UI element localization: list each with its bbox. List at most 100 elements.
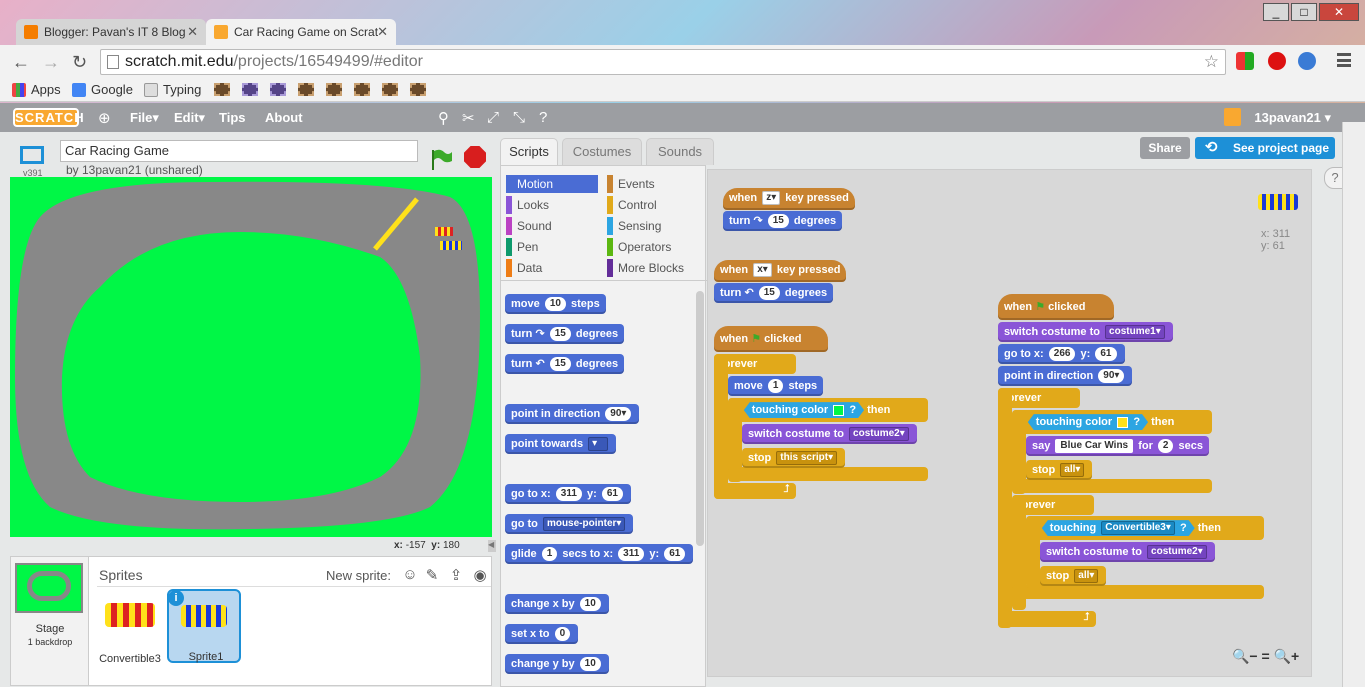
- block-move-steps[interactable]: move 1 steps: [728, 376, 824, 396]
- block-input[interactable]: 266: [1048, 347, 1076, 362]
- tab-sounds[interactable]: Sounds: [646, 138, 714, 165]
- block-input[interactable]: 90▾: [605, 407, 632, 422]
- page-scrollbar[interactable]: [1342, 122, 1365, 687]
- zoom-reset-icon[interactable]: =: [1262, 648, 1270, 664]
- hat-when-key-x[interactable]: when x▾ key pressed: [714, 260, 847, 282]
- hat-when-flag-clicked[interactable]: when ⚑ clicked: [998, 294, 1114, 320]
- block-input[interactable]: 0: [554, 627, 571, 642]
- key-dropdown[interactable]: x▾: [753, 263, 772, 278]
- block-dropdown[interactable]: ▾: [588, 437, 609, 452]
- block-goto[interactable]: go to mouse-pointer▾: [505, 514, 634, 534]
- grow-icon[interactable]: ⤢: [487, 109, 499, 126]
- green-flag-icon[interactable]: [430, 148, 454, 170]
- adblock-icon[interactable]: [1268, 52, 1286, 70]
- delete-icon[interactable]: ✂: [462, 109, 475, 127]
- block-turn-ccw[interactable]: turn ↶ 15 degrees: [714, 283, 834, 303]
- film-bookmark-icon[interactable]: [382, 83, 398, 96]
- stop-dropdown[interactable]: this script▾: [776, 451, 838, 466]
- hat-when-key-z[interactable]: when z▾ key pressed: [723, 188, 855, 210]
- touching-color-condition[interactable]: touching color ?: [1028, 414, 1148, 430]
- close-tab-icon[interactable]: ✕: [187, 24, 198, 40]
- share-button[interactable]: Share: [1140, 137, 1190, 159]
- stage-thumbnail[interactable]: [15, 563, 83, 613]
- block-stop[interactable]: stop all▾: [1026, 460, 1093, 480]
- film-bookmark-icon[interactable]: [326, 83, 342, 96]
- category-sensing[interactable]: Sensing: [607, 217, 699, 235]
- bookmark-star-icon[interactable]: ☆: [1204, 50, 1219, 74]
- zoom-in-icon[interactable]: 🔍+: [1274, 648, 1300, 664]
- film-bookmark-icon[interactable]: [298, 83, 314, 96]
- block-stop[interactable]: stop this script▾: [742, 448, 846, 468]
- block-set-x[interactable]: set x to 0: [505, 624, 579, 644]
- upload-icon[interactable]: ⇪: [447, 566, 465, 584]
- block-goto-xy[interactable]: go to x: 311 y: 61: [505, 484, 631, 504]
- film-bookmark-icon[interactable]: [270, 83, 286, 96]
- block-input[interactable]: 15: [767, 214, 789, 229]
- maximize-button[interactable]: □: [1291, 3, 1317, 21]
- stop-dropdown[interactable]: all▾: [1060, 463, 1085, 478]
- menu-tips[interactable]: Tips: [219, 110, 246, 125]
- film-bookmark-icon[interactable]: [214, 83, 230, 96]
- zoom-out-icon[interactable]: 🔍−: [1232, 648, 1258, 664]
- block-input[interactable]: 61: [601, 487, 623, 502]
- block-switch-costume[interactable]: switch costume to costume2▾: [742, 424, 917, 444]
- browser-menu-icon[interactable]: [1337, 53, 1351, 67]
- block-point-direction[interactable]: point in direction 90▾: [998, 366, 1133, 386]
- stop-icon[interactable]: [464, 146, 486, 168]
- block-switch-costume[interactable]: switch costume to costume1▾: [998, 322, 1173, 342]
- block-stop[interactable]: stop all▾: [1040, 566, 1107, 586]
- scratch-logo[interactable]: SCRATCH: [13, 108, 84, 127]
- sprite1-car[interactable]: [440, 241, 462, 250]
- category-motion[interactable]: Motion: [506, 175, 598, 193]
- block-input[interactable]: 61: [664, 547, 686, 562]
- sprite-thumb-sprite1[interactable]: i Sprite1: [167, 589, 241, 663]
- close-window-button[interactable]: ✕: [1319, 3, 1359, 21]
- block-input[interactable]: 15: [549, 357, 571, 372]
- help-icon[interactable]: ?: [539, 109, 547, 126]
- touching-color-condition[interactable]: touching color ?: [744, 402, 864, 418]
- stats-extension-icon[interactable]: [1298, 52, 1316, 70]
- duplicate-icon[interactable]: ⚲: [438, 109, 449, 127]
- costume-dropdown[interactable]: costume1▾: [1105, 325, 1165, 340]
- touching-sprite-condition[interactable]: touching Convertible3▾ ?: [1042, 520, 1195, 536]
- key-dropdown[interactable]: z▾: [762, 191, 781, 206]
- forward-icon[interactable]: →: [42, 52, 60, 73]
- block-input[interactable]: 311: [555, 487, 582, 502]
- color-swatch[interactable]: [833, 405, 844, 416]
- reload-icon[interactable]: ↻: [72, 52, 87, 73]
- shrink-icon[interactable]: ⤡: [513, 109, 525, 126]
- film-bookmark-icon[interactable]: [354, 83, 370, 96]
- category-pen[interactable]: Pen: [506, 238, 598, 256]
- block-say-for-secs[interactable]: say Blue Car Wins for 2 secs: [1026, 436, 1210, 456]
- sprite-thumb-convertible3[interactable]: Convertible3: [93, 589, 167, 665]
- block-input[interactable]: 15: [758, 286, 780, 301]
- block-input[interactable]: 10: [544, 297, 566, 312]
- block-turn-cw[interactable]: turn ↷ 15 degrees: [505, 324, 625, 344]
- category-data[interactable]: Data: [506, 259, 598, 277]
- extension-icon[interactable]: [1236, 52, 1254, 70]
- tab-scripts[interactable]: Scripts: [500, 138, 558, 165]
- costume-dropdown[interactable]: costume2▾: [1147, 545, 1207, 560]
- camera-icon[interactable]: ◉: [471, 566, 489, 584]
- block-point-direction[interactable]: point in direction 90▾: [505, 404, 640, 424]
- stop-dropdown[interactable]: all▾: [1074, 569, 1099, 584]
- paint-brush-icon[interactable]: ✎: [423, 566, 441, 584]
- category-more-blocks[interactable]: More Blocks: [607, 259, 699, 277]
- tab-costumes[interactable]: Costumes: [562, 138, 642, 165]
- block-goto-xy[interactable]: go to x: 266 y: 61: [998, 344, 1125, 364]
- block-input[interactable]: 311: [618, 547, 645, 562]
- block-change-y[interactable]: change y by 10: [505, 654, 609, 674]
- category-events[interactable]: Events: [607, 175, 699, 193]
- address-bar[interactable]: scratch.mit.edu/projects/16549499/#edito…: [100, 49, 1226, 75]
- bookmark-apps[interactable]: Apps: [12, 82, 61, 97]
- project-title-input[interactable]: Car Racing Game: [60, 140, 418, 162]
- info-icon[interactable]: i: [168, 590, 184, 606]
- block-turn-ccw[interactable]: turn ↶ 15 degrees: [505, 354, 625, 374]
- block-change-x[interactable]: change x by 10: [505, 594, 609, 614]
- menu-about[interactable]: About: [265, 110, 303, 125]
- block-input[interactable]: 10: [579, 597, 601, 612]
- block-input[interactable]: 2: [1157, 439, 1174, 454]
- collapse-stage-icon[interactable]: ◀: [488, 540, 496, 552]
- block-switch-costume[interactable]: switch costume to costume2▾: [1040, 542, 1215, 562]
- category-sound[interactable]: Sound: [506, 217, 598, 235]
